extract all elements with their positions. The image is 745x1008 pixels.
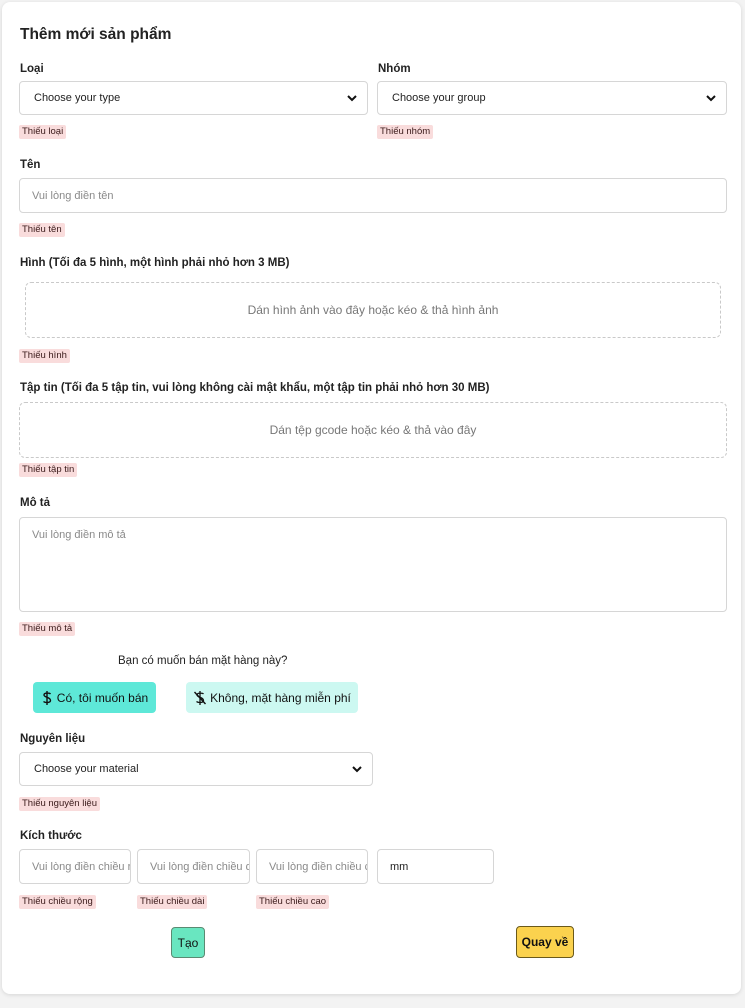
group-select-value: Choose your group (392, 92, 486, 104)
images-label: Hình (Tối đa 5 hình, một hình phải nhỏ h… (20, 257, 289, 269)
file-drop-text: Dán tệp gcode hoặc kéo & thả vào đây (269, 423, 477, 437)
back-button[interactable]: Quay về (516, 926, 574, 958)
chevron-down-icon (706, 95, 716, 102)
image-dropzone[interactable]: Dán hình ảnh vào đây hoặc kéo & thả hình… (25, 282, 721, 338)
length-error: Thiếu chiều dài (137, 895, 208, 909)
sell-no-label: Không, mặt hàng miễn phí (210, 690, 351, 705)
material-select[interactable]: Choose your material (19, 752, 373, 786)
name-placeholder: Vui lòng điền tên (32, 189, 114, 202)
chevron-down-icon (352, 766, 362, 773)
type-select-value: Choose your type (34, 92, 121, 104)
material-label: Nguyên liệu (20, 733, 86, 745)
dollar-off-icon (194, 690, 207, 705)
group-label: Nhóm (378, 63, 411, 75)
unit-value: mm (390, 860, 409, 873)
type-select[interactable]: Choose your type (19, 81, 368, 115)
group-select[interactable]: Choose your group (377, 81, 727, 115)
name-error: Thiếu tên (19, 223, 65, 237)
width-error: Thiếu chiều rộng (19, 895, 96, 909)
size-label: Kích thước (20, 830, 82, 842)
material-select-value: Choose your material (34, 763, 139, 775)
group-error: Thiếu nhóm (377, 125, 434, 139)
create-button[interactable]: Tạo (171, 927, 205, 958)
images-error: Thiếu hình (19, 349, 70, 363)
length-input[interactable]: Vui lòng điền chiều dài (137, 849, 250, 884)
files-label: Tập tin (Tối đa 5 tập tin, vui lòng khôn… (20, 382, 490, 394)
width-input[interactable]: Vui lòng điền chiều rộng (19, 849, 131, 884)
length-placeholder: Vui lòng điền chiều dài (150, 860, 250, 873)
dollar-icon (42, 690, 51, 705)
description-label: Mô tả (20, 497, 51, 509)
image-drop-text: Dán hình ảnh vào đây hoặc kéo & thả hình… (247, 303, 499, 317)
name-input[interactable]: Vui lòng điền tên (19, 178, 727, 213)
description-textarea[interactable]: Vui lòng điền mô tả (19, 517, 727, 612)
files-error: Thiếu tập tin (19, 463, 78, 477)
material-error: Thiếu nguyên liệu (19, 797, 100, 811)
sell-yes-button[interactable]: Có, tôi muốn bán (33, 682, 156, 713)
chevron-down-icon (347, 95, 357, 102)
description-error: Thiếu mô tả (19, 622, 76, 636)
type-label: Loại (20, 63, 44, 75)
height-error: Thiếu chiều cao (256, 895, 330, 909)
add-product-card: Thêm mới sản phẩm Loại Choose your type … (2, 2, 741, 994)
sell-question: Bạn có muốn bán mặt hàng này? (118, 655, 288, 667)
file-dropzone[interactable]: Dán tệp gcode hoặc kéo & thả vào đây (19, 402, 727, 458)
width-placeholder: Vui lòng điền chiều rộng (32, 860, 131, 873)
height-placeholder: Vui lòng điền chiều cao (269, 860, 367, 873)
unit-field[interactable]: mm (377, 849, 494, 884)
sell-yes-label: Có, tôi muốn bán (56, 690, 149, 705)
back-label: Quay về (521, 935, 569, 949)
images-label-text: Hình (Tối đa 5 hình, một hình phải nhỏ h… (20, 257, 290, 269)
description-placeholder: Vui lòng điền mô tả (32, 529, 126, 541)
sell-no-button[interactable]: Không, mặt hàng miễn phí (186, 682, 358, 713)
name-label: Tên (20, 159, 41, 171)
create-label: Tạo (177, 935, 199, 950)
type-error: Thiếu loại (19, 125, 67, 139)
page-title: Thêm mới sản phẩm (20, 26, 172, 43)
height-input[interactable]: Vui lòng điền chiều cao (256, 849, 368, 884)
